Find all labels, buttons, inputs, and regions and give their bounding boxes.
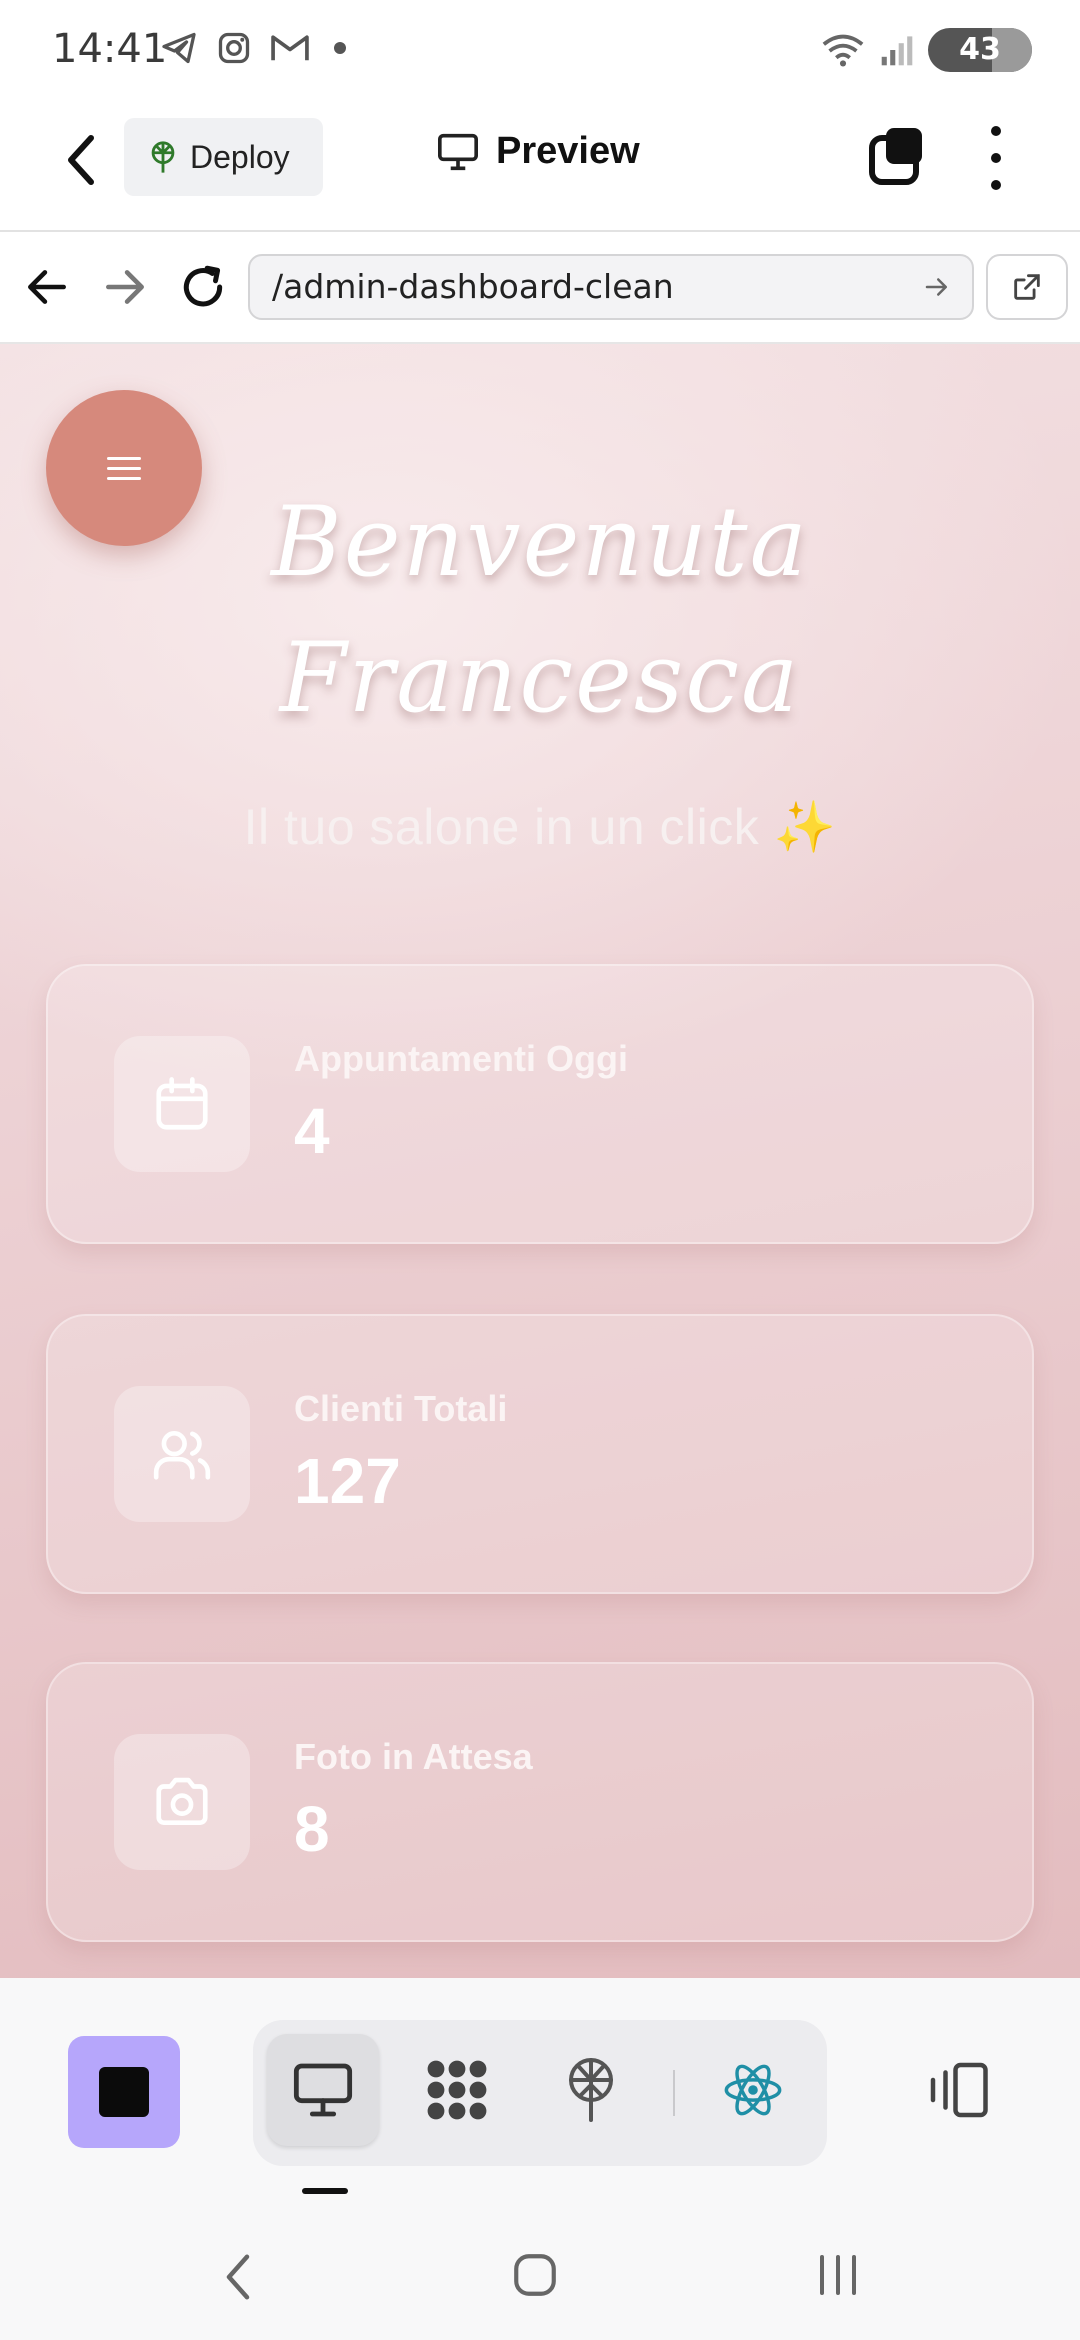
bottom-toolbar — [0, 1978, 1080, 2208]
more-menu-button[interactable] — [984, 126, 1008, 190]
stat-label: Appuntamenti Oggi — [294, 1038, 628, 1079]
desktop-preview-button[interactable] — [267, 2034, 379, 2146]
status-time: 14:41 — [52, 26, 168, 72]
deploy-tree-icon — [569, 2058, 613, 2122]
stop-icon — [99, 2067, 149, 2117]
react-icon — [724, 2064, 782, 2116]
deploy-tree-icon — [151, 141, 175, 173]
grid-dots-icon — [427, 2060, 487, 2120]
battery-indicator: 43 — [928, 28, 1032, 72]
instagram-icon — [218, 32, 250, 64]
monitor-icon — [438, 133, 478, 170]
active-tool-indicator — [302, 2188, 348, 2194]
tool-separator — [673, 2070, 675, 2116]
system-recents-icon[interactable] — [814, 2250, 862, 2300]
status-bar: 14:41 43 — [0, 0, 1080, 100]
back-arrow-icon[interactable] — [56, 130, 106, 190]
app-header: Deploy Preview — [0, 100, 1080, 232]
stat-label: Clienti Totali — [294, 1388, 508, 1429]
wifi-icon — [822, 34, 864, 67]
stat-value: 8 — [294, 1793, 330, 1865]
camera-icon — [114, 1734, 250, 1870]
device-toggle-button[interactable] — [918, 2040, 998, 2140]
reload-icon[interactable] — [178, 262, 228, 312]
telegram-icon — [162, 32, 196, 64]
url-text: /admin-dashboard-clean — [272, 267, 674, 306]
stop-button[interactable] — [68, 2036, 180, 2148]
stat-value: 127 — [294, 1445, 401, 1517]
stat-card-photos[interactable]: Foto in Attesa 8 — [46, 1662, 1034, 1942]
signal-icon — [881, 36, 913, 66]
deploy-button[interactable]: Deploy — [124, 118, 323, 196]
welcome-line-1: Benvenuta — [271, 486, 809, 598]
url-input[interactable]: /admin-dashboard-clean — [248, 254, 974, 320]
nav-back-icon[interactable] — [22, 262, 72, 312]
calendar-icon — [114, 1036, 250, 1172]
notification-icons — [160, 30, 346, 66]
preview-title: Preview — [436, 130, 640, 173]
stat-card-appointments[interactable]: Appuntamenti Oggi 4 — [46, 964, 1034, 1244]
monitor-icon — [293, 2063, 353, 2117]
deploy-tool-button[interactable] — [535, 2034, 647, 2146]
stat-value: 4 — [294, 1095, 330, 1167]
system-navigation-bar — [0, 2208, 1080, 2340]
device-switch-icon — [930, 2062, 988, 2118]
deploy-label: Deploy — [190, 138, 290, 175]
nav-forward-icon[interactable] — [100, 262, 150, 312]
stat-card-clients[interactable]: Clienti Totali 127 — [46, 1314, 1034, 1594]
view-tool-group — [253, 2020, 827, 2166]
more-notifications-dot — [334, 42, 346, 54]
react-button[interactable] — [697, 2034, 809, 2146]
page-title: Preview — [496, 130, 640, 172]
system-status-icons: 43 — [820, 28, 1032, 72]
system-back-icon[interactable] — [220, 2250, 256, 2304]
open-external-button[interactable] — [986, 254, 1068, 320]
system-home-icon[interactable] — [510, 2250, 560, 2300]
gmail-icon — [271, 35, 309, 61]
browser-url-bar: /admin-dashboard-clean — [0, 232, 1080, 344]
welcome-heading: Benvenuta Francesca — [0, 474, 1080, 746]
apps-grid-button[interactable] — [401, 2034, 513, 2146]
dashboard-preview: Benvenuta Francesca Il tuo salone in un … — [0, 344, 1080, 1978]
tabs-switcher-icon[interactable] — [868, 126, 924, 186]
welcome-line-2: Francesca — [279, 622, 801, 734]
stat-label: Foto in Attesa — [294, 1736, 533, 1777]
welcome-subtitle: Il tuo salone in un click ✨ — [243, 799, 837, 855]
users-icon — [114, 1386, 250, 1522]
go-arrow-icon[interactable] — [922, 272, 952, 302]
external-link-icon — [1014, 274, 1040, 300]
